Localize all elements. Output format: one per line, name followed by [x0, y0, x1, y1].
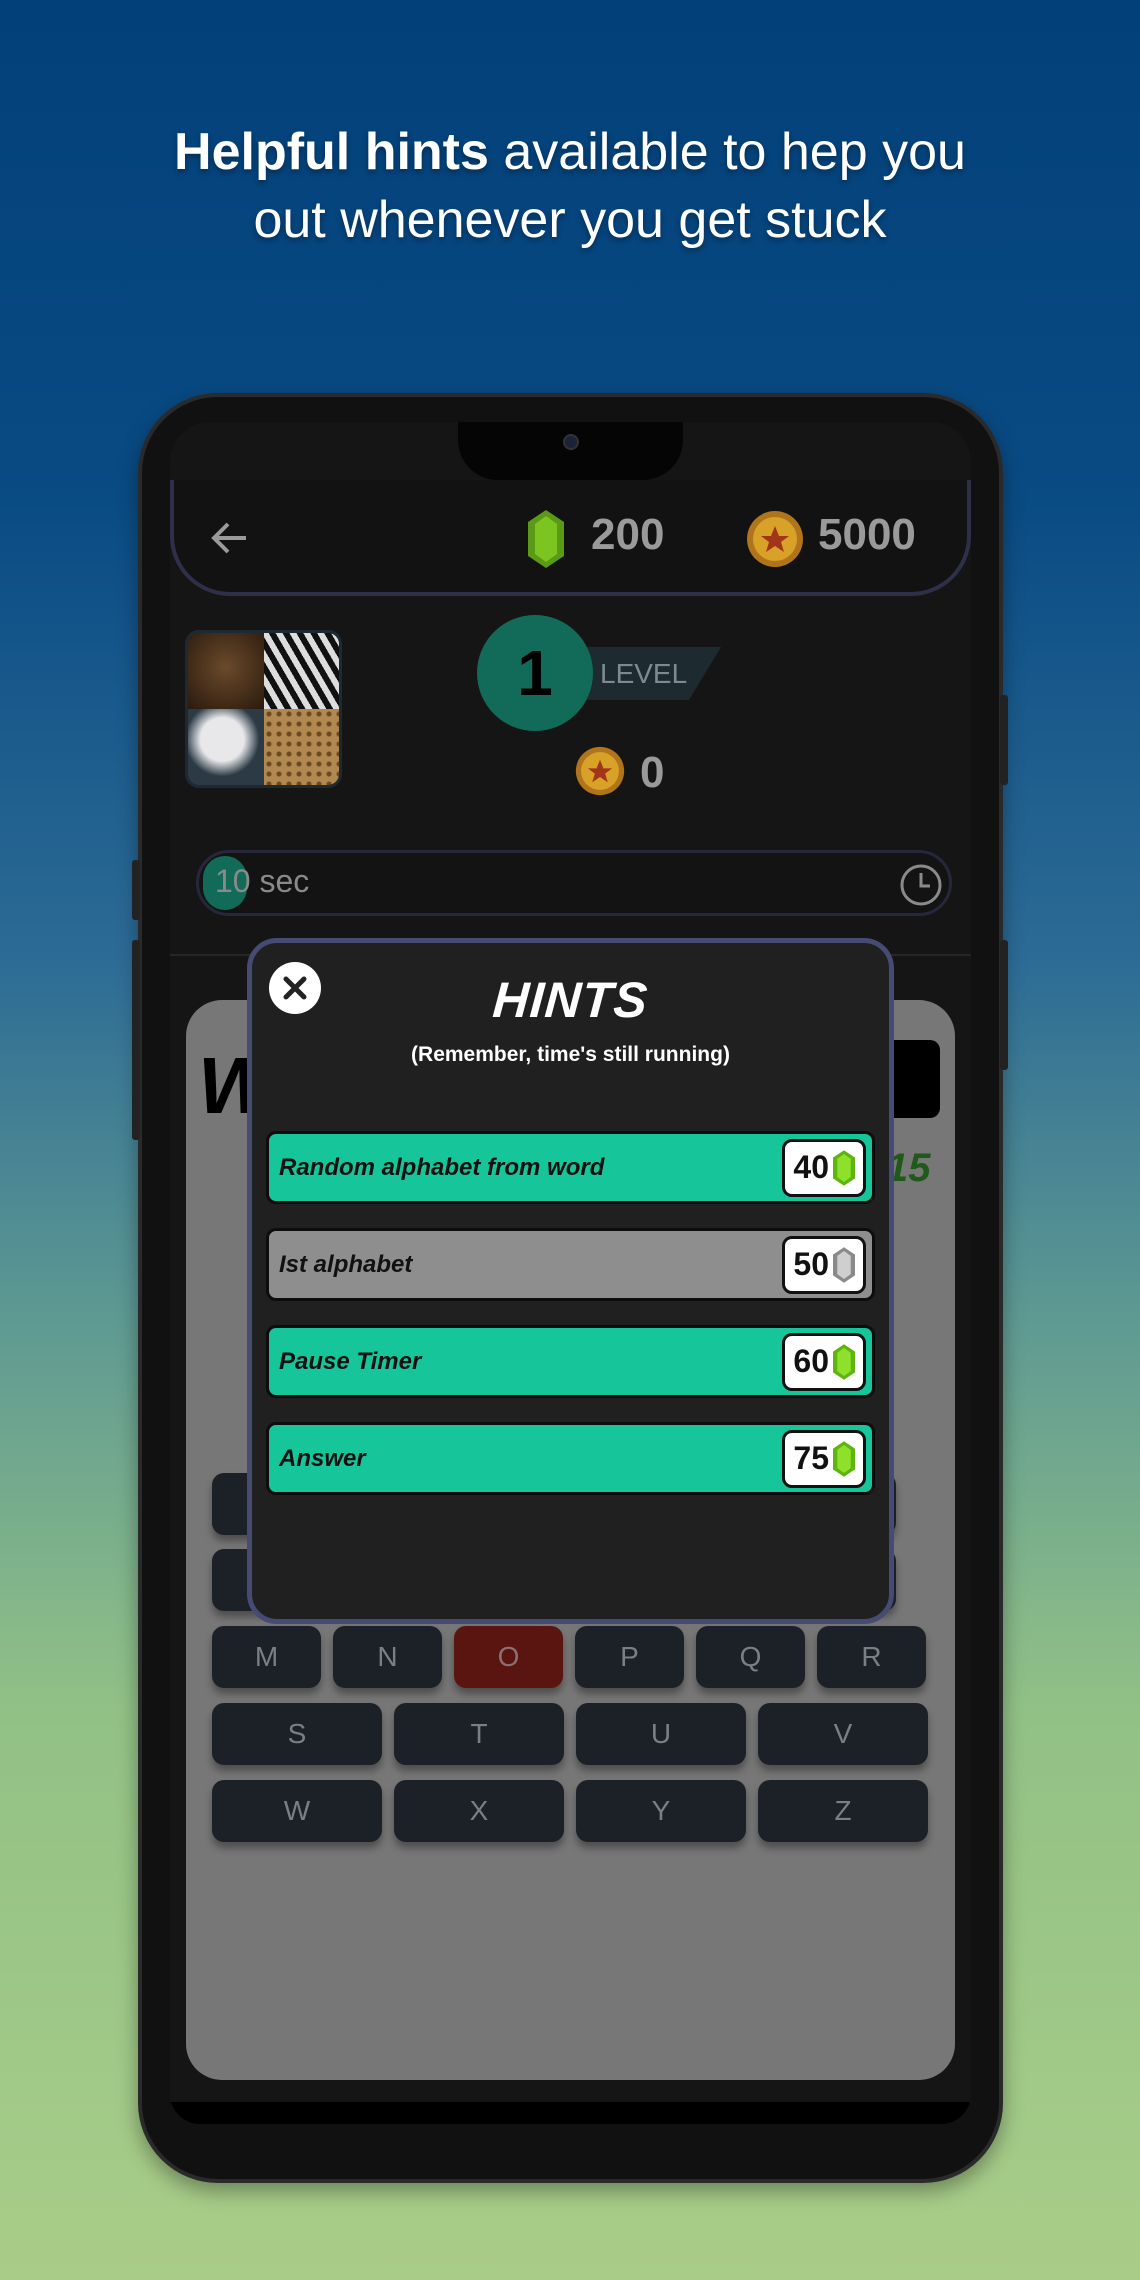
gems-count: 200 [591, 510, 665, 559]
hint-label: Ist alphabet [279, 1250, 413, 1278]
level-coins: 0 [640, 748, 665, 797]
timer-text: 10 sec [215, 863, 310, 899]
hint-label: Pause Timer [279, 1347, 422, 1375]
key-t[interactable]: T [394, 1703, 564, 1765]
level-number: 1 [477, 615, 593, 731]
coin-icon [575, 746, 625, 796]
level-label: LEVEL [575, 647, 721, 700]
hint-price: 40 [782, 1138, 866, 1197]
headline-rest: available to hep you [488, 123, 966, 181]
eagle-image [188, 709, 264, 785]
key-y[interactable]: Y [576, 1780, 746, 1842]
puzzle-images[interactable] [185, 630, 342, 788]
key-r[interactable]: R [817, 1626, 926, 1688]
phone-button [132, 860, 140, 920]
key-o[interactable]: O [454, 1626, 563, 1688]
phone-button [1000, 940, 1008, 1070]
headline-line2: out whenever you get stuck [253, 191, 887, 249]
key-w[interactable]: W [212, 1780, 382, 1842]
camera-notch [458, 422, 683, 480]
system-nav-bar [170, 2102, 971, 2124]
leopard-image [263, 709, 339, 785]
zebra-image [263, 633, 339, 709]
key-v[interactable]: V [758, 1703, 928, 1765]
key-s[interactable]: S [212, 1703, 382, 1765]
hint-price: 50 [782, 1235, 866, 1294]
phone-button [1000, 695, 1008, 785]
arrow-left-icon[interactable] [210, 520, 250, 556]
game-screen: 200 5000 1 LEVEL 0 10 sec W 15 M N O P Q… [170, 422, 971, 2124]
clock-icon [900, 864, 942, 906]
coins-count: 5000 [818, 510, 916, 559]
keyboard-row-3: M N O P Q R [212, 1626, 926, 1688]
hint-answer[interactable]: Answer 75 [266, 1422, 875, 1495]
keyboard-row-5: W X Y Z [212, 1780, 928, 1842]
hint-first-alphabet[interactable]: Ist alphabet 50 [266, 1228, 875, 1301]
key-n[interactable]: N [333, 1626, 442, 1688]
key-m[interactable]: M [212, 1626, 321, 1688]
top-bar: 200 5000 [170, 480, 971, 596]
keyboard-row-4: S T U V [212, 1703, 928, 1765]
key-x[interactable]: X [394, 1780, 564, 1842]
timer-bar: 10 sec [196, 850, 952, 916]
dialog-subtitle: (Remember, time's still running) [411, 1043, 730, 1066]
phone-button [132, 940, 140, 1140]
gem-icon [528, 510, 564, 568]
hint-pause-timer[interactable]: Pause Timer 60 [266, 1325, 875, 1398]
coin-icon [747, 511, 803, 567]
hint-label: Answer [279, 1444, 366, 1472]
key-p[interactable]: P [575, 1626, 684, 1688]
gem-icon [833, 1149, 855, 1186]
gem-icon [833, 1440, 855, 1477]
lion-image [188, 633, 264, 709]
headline: Helpful hints available to hep you out w… [0, 118, 1140, 254]
hint-label: Random alphabet from word [279, 1153, 605, 1181]
gem-icon [833, 1343, 855, 1380]
key-u[interactable]: U [576, 1703, 746, 1765]
hint-random-alphabet[interactable]: Random alphabet from word 40 [266, 1131, 875, 1204]
hints-dialog: HINTS (Remember, time's still running) R… [247, 938, 894, 1624]
hint-price: 60 [782, 1332, 866, 1391]
hint-price: 75 [782, 1429, 866, 1488]
headline-bold: Helpful hints [174, 123, 489, 181]
key-q[interactable]: Q [696, 1626, 805, 1688]
gem-disabled-icon [833, 1246, 855, 1283]
key-z[interactable]: Z [758, 1780, 928, 1842]
dialog-title: HINTS [491, 972, 650, 1028]
